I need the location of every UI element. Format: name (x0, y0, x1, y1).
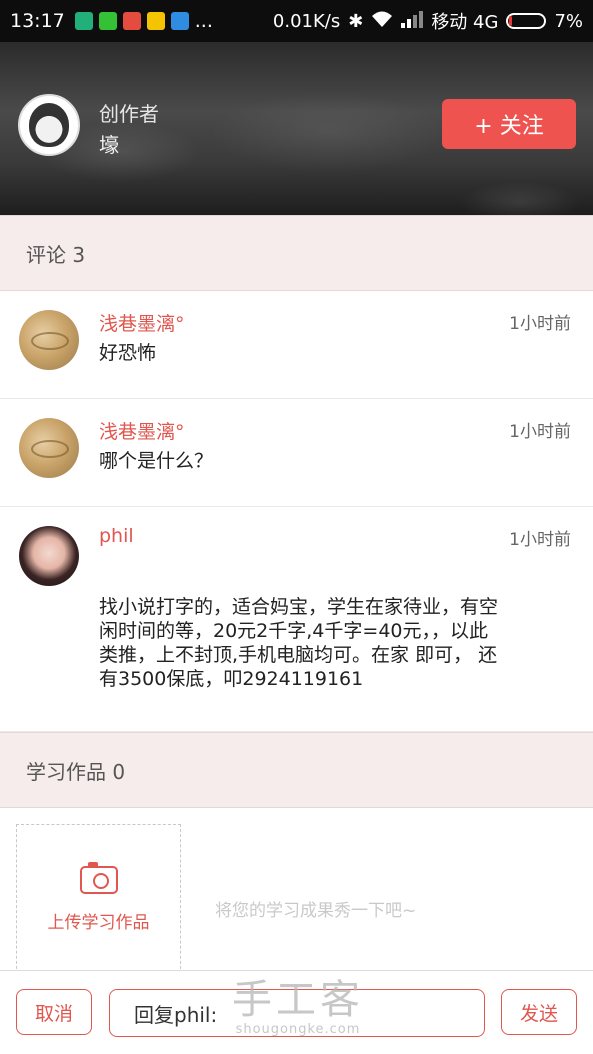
battery-icon (506, 13, 547, 29)
works-area: 上传学习作品 将您的学习成果秀一下吧~ (0, 808, 593, 974)
avatar-face (29, 103, 69, 147)
author-label: 创作者 (99, 102, 159, 126)
wechat-icon (98, 12, 117, 30)
game-app-icon (122, 12, 141, 30)
author-avatar[interactable] (18, 94, 80, 156)
reply-input[interactable]: 回复phil: (109, 989, 485, 1037)
comment-time: 1小时前 (509, 314, 571, 334)
avatar[interactable] (19, 526, 79, 586)
comment-text: 找小说打字的，适合妈宝，学生在家待业，有空闲时间的等，20元2千字,4千字=40… (99, 596, 499, 690)
comments-section-title: 评论 3 (0, 215, 593, 291)
calendar-app-icon (170, 12, 189, 30)
network-speed: 0.01K/s (272, 10, 341, 32)
comment-time: 1小时前 (509, 422, 571, 442)
author-name[interactable]: 壕 (99, 129, 119, 158)
cancel-button[interactable]: 取消 (16, 989, 92, 1035)
camera-icon (79, 861, 118, 894)
follow-button[interactable]: + 关注 (442, 99, 576, 149)
upload-work-button[interactable]: 上传学习作品 (16, 824, 181, 974)
comment-time: 1小时前 (509, 530, 571, 550)
wifi-icon (371, 10, 393, 33)
notification-icons: ... (74, 10, 213, 32)
status-time: 13:17 (10, 10, 65, 32)
comment-item[interactable]: phil 1小时前 找小说打字的，适合妈宝，学生在家待业，有空闲时间的等，20元… (0, 507, 593, 732)
upload-label: 上传学习作品 (47, 912, 150, 933)
comment-author[interactable]: 浅巷墨漓° (99, 417, 185, 444)
comment-item[interactable]: 浅巷墨漓° 1小时前 好恐怖 (0, 291, 593, 399)
avatar[interactable] (19, 310, 79, 370)
shield-app-icon (74, 12, 93, 30)
works-hint: 将您的学习成果秀一下吧~ (215, 901, 417, 921)
signal-icon (401, 10, 424, 33)
battery-fill (509, 16, 513, 26)
reply-bar: 取消 回复phil: 发送 (0, 970, 593, 1054)
comment-text: 好恐怖 (99, 342, 157, 364)
carrier-label: 移动 4G (431, 12, 499, 33)
author-header: 创作者 壕 + 关注 (0, 42, 593, 215)
send-button[interactable]: 发送 (501, 989, 577, 1035)
avatar[interactable] (19, 418, 79, 478)
bluetooth-icon: ✱ (348, 10, 364, 32)
comment-author[interactable]: phil (99, 525, 134, 547)
battery-percent: 7% (554, 10, 583, 32)
comment-text: 哪个是什么？ (99, 450, 214, 472)
comment-author[interactable]: 浅巷墨漓° (99, 309, 185, 336)
works-section-title: 学习作品 0 (0, 732, 593, 808)
yellow-app-icon (146, 12, 165, 30)
status-right: 0.01K/s ✱ 移动 4G 7% (273, 8, 583, 34)
comment-item[interactable]: 浅巷墨漓° 1小时前 哪个是什么？ (0, 399, 593, 507)
more-notifications-text: ... (194, 10, 213, 32)
status-bar: 13:17 ... 0.01K/s ✱ 移动 4G 7% (0, 0, 593, 42)
